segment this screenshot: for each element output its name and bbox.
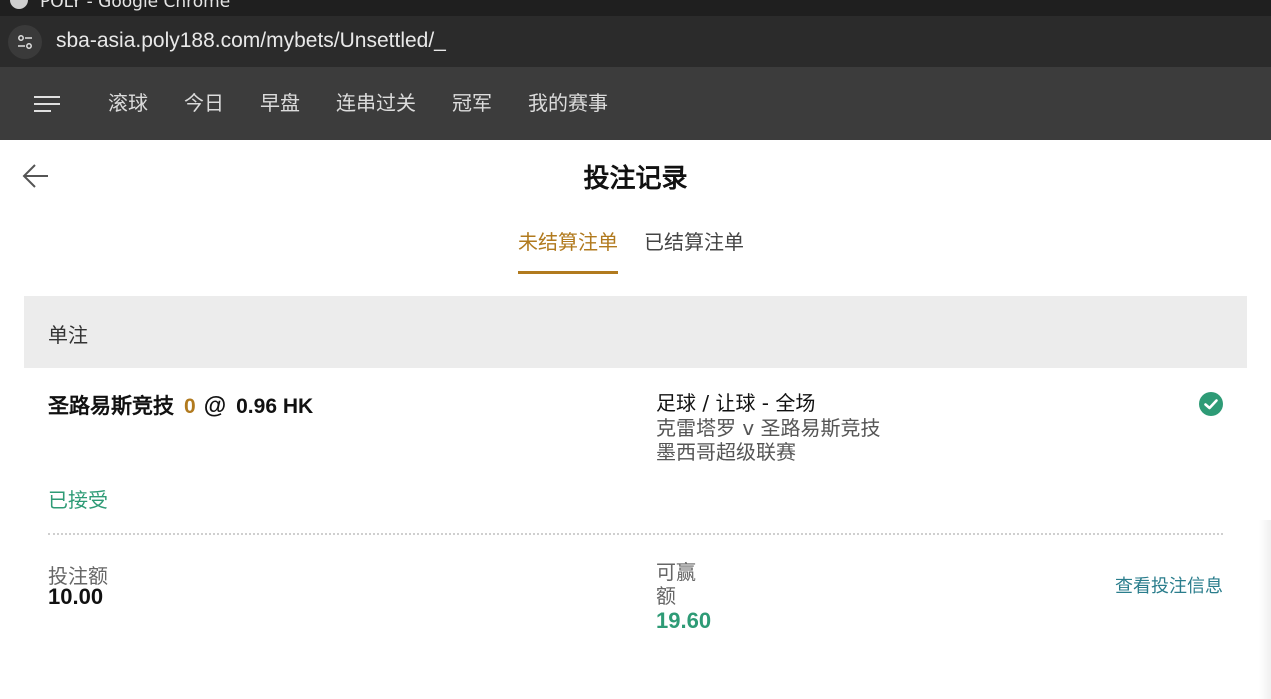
market-name: 足球 / 让球 - 全场	[656, 391, 816, 415]
nav-item-early[interactable]: 早盘	[260, 89, 300, 117]
dotted-divider	[48, 533, 1223, 535]
section-header: 单注	[24, 296, 1247, 368]
nav-items: 滚球 今日 早盘 连串过关 冠军 我的赛事	[108, 89, 608, 117]
at-symbol: @	[203, 392, 227, 418]
tune-icon	[18, 35, 32, 49]
window-titlebar: POLY - Google Chrome	[0, 0, 1271, 16]
nav-item-today[interactable]: 今日	[184, 89, 224, 117]
page-title: 投注记录	[583, 164, 688, 194]
match-info: 足球 / 让球 - 全场 克雷塔罗 v 圣路易斯竞技 墨西哥超级联赛	[656, 390, 881, 464]
site-info-button[interactable]	[8, 25, 42, 59]
url-field[interactable]: sba-asia.poly188.com/mybets/Unsettled/_	[56, 29, 446, 53]
check-circle-icon	[1199, 392, 1223, 416]
bet-card: 圣路易斯竞技 0 @0.96 HK 足球 / 让球 - 全场 克雷塔罗 v 圣路易斯…	[24, 368, 1247, 668]
bet-status: 已接受	[48, 488, 108, 512]
potential-win-label: 可赢额	[656, 560, 696, 608]
top-nav: 滚球 今日 早盘 连串过关 冠军 我的赛事	[0, 67, 1271, 140]
bet-selection-line: 圣路易斯竞技 0 @0.96 HK	[48, 390, 313, 420]
tab-unsettled[interactable]: 未结算注单	[518, 226, 618, 274]
edge-shadow	[1259, 520, 1271, 699]
stake-value: 10.00	[48, 584, 104, 609]
nav-item-my-events[interactable]: 我的赛事	[528, 89, 608, 117]
tab-settled[interactable]: 已结算注单	[644, 226, 744, 274]
nav-item-live[interactable]: 滚球	[108, 89, 148, 117]
handicap-value: 0	[184, 395, 196, 418]
section-title: 单注	[48, 323, 88, 347]
league-name: 墨西哥超级联赛	[656, 440, 796, 464]
nav-item-outright[interactable]: 冠军	[452, 89, 492, 117]
selection-name: 圣路易斯竞技	[48, 395, 174, 418]
nav-item-parlay[interactable]: 连串过关	[336, 89, 416, 117]
odds-value: 0.96 HK	[236, 395, 314, 418]
address-bar: sba-asia.poly188.com/mybets/Unsettled/_	[0, 16, 1271, 67]
window-title: POLY - Google Chrome	[40, 0, 231, 12]
potential-win-value: 19.60	[656, 608, 712, 633]
match-teams: 克雷塔罗 v 圣路易斯竞技	[656, 416, 881, 440]
chrome-app-icon	[10, 0, 28, 9]
bet-tabs: 未结算注单 已结算注单	[518, 226, 744, 274]
view-bet-details-link[interactable]: 查看投注信息	[1115, 572, 1223, 598]
hamburger-icon[interactable]	[34, 93, 62, 115]
